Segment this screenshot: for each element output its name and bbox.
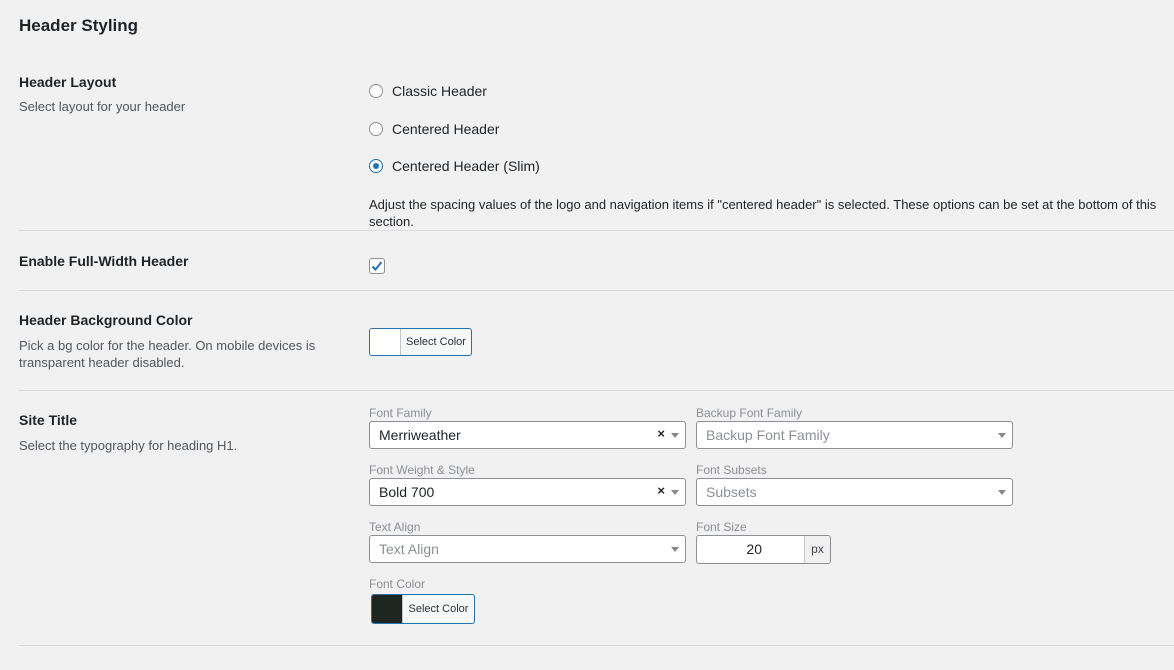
font-subsets-select[interactable]: Subsets [696, 478, 1013, 506]
checkmark-icon [371, 261, 383, 271]
font-size-label: Font Size [696, 520, 747, 534]
font-weight-label: Font Weight & Style [369, 463, 475, 477]
site-title-desc: Select the typography for heading H1. [19, 438, 238, 453]
font-weight-select[interactable]: Bold 700 × [369, 478, 686, 506]
divider [19, 230, 1174, 231]
font-subsets-label: Font Subsets [696, 463, 767, 477]
color-swatch [370, 329, 401, 355]
font-family-select[interactable]: Merriweather × [369, 421, 686, 449]
clear-icon[interactable]: × [657, 483, 665, 498]
header-layout-desc: Select layout for your header [19, 99, 186, 114]
font-color-select-button[interactable]: Select Color [371, 594, 475, 624]
font-size-value[interactable]: 20 [697, 536, 804, 563]
font-subsets-placeholder: Subsets [706, 484, 757, 500]
radio-centered-header-slim[interactable]: Centered Header (Slim) [369, 158, 540, 174]
text-align-placeholder: Text Align [379, 541, 439, 557]
site-title-label: Site Title [19, 412, 78, 428]
radio-button[interactable] [369, 84, 383, 98]
full-width-checkbox[interactable] [369, 258, 385, 274]
text-align-select[interactable]: Text Align [369, 535, 686, 563]
radio-label: Centered Header [392, 121, 500, 137]
radio-button-selected[interactable] [369, 159, 383, 173]
font-family-label: Font Family [369, 406, 432, 420]
radio-classic-header[interactable]: Classic Header [369, 83, 487, 99]
backup-font-family-label: Backup Font Family [696, 406, 803, 420]
radio-label: Classic Header [392, 83, 487, 99]
bg-color-label: Header Background Color [19, 312, 193, 328]
header-layout-label: Header Layout [19, 74, 117, 90]
font-weight-value: Bold 700 [379, 484, 435, 500]
font-size-input[interactable]: 20 px [696, 535, 831, 564]
divider [19, 645, 1174, 646]
bg-color-select-button[interactable]: Select Color [369, 328, 472, 356]
font-family-value: Merriweather [379, 427, 461, 443]
bg-color-desc: Pick a bg color for the header. On mobil… [19, 338, 316, 370]
select-color-label: Select Color [408, 603, 469, 615]
divider [19, 290, 1174, 291]
divider [19, 390, 1174, 391]
chevron-down-icon [671, 433, 679, 438]
radio-label: Centered Header (Slim) [392, 158, 540, 174]
color-swatch [372, 595, 403, 623]
clear-icon[interactable]: × [657, 426, 665, 441]
header-layout-note: Adjust the spacing values of the logo an… [369, 197, 1157, 229]
chevron-down-icon [998, 490, 1006, 495]
backup-font-family-placeholder: Backup Font Family [706, 427, 830, 443]
chevron-down-icon [671, 490, 679, 495]
chevron-down-icon [998, 433, 1006, 438]
full-width-label: Enable Full-Width Header [19, 253, 189, 269]
select-color-label: Select Color [406, 336, 466, 348]
chevron-down-icon [671, 547, 679, 552]
font-size-unit: px [804, 536, 830, 563]
radio-button[interactable] [369, 122, 383, 136]
radio-centered-header[interactable]: Centered Header [369, 121, 499, 137]
font-color-label: Font Color [369, 577, 426, 591]
section-title: Header Styling [19, 16, 139, 35]
text-align-label: Text Align [369, 520, 421, 534]
backup-font-family-select[interactable]: Backup Font Family [696, 421, 1013, 449]
